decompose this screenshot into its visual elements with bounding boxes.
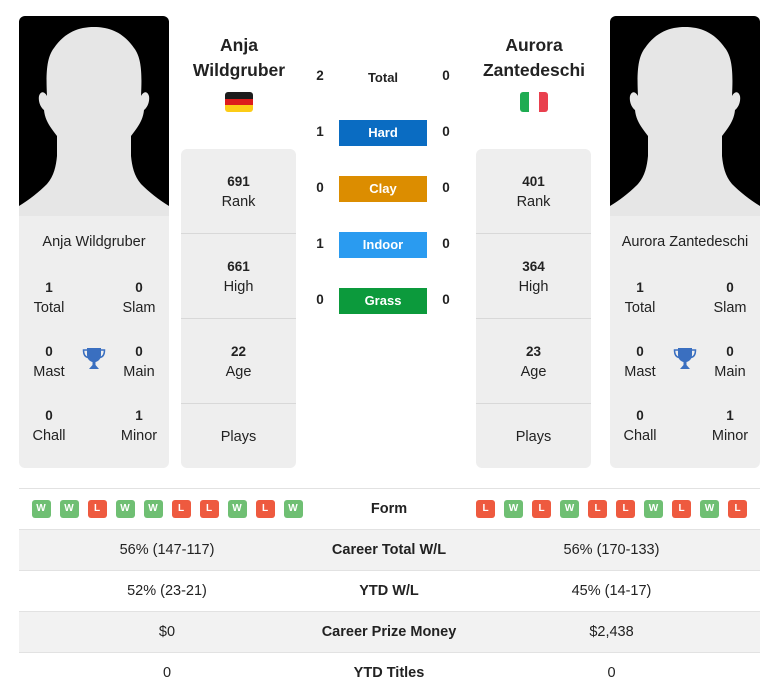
- surface-clay-label: Clay: [339, 176, 427, 202]
- player1-card: Anja Wildgruber 1 Total 0 Slam 0 Mast 0 …: [19, 16, 169, 468]
- h2h-total-p1: 2: [316, 68, 324, 83]
- form-result-badge[interactable]: L: [476, 500, 495, 519]
- ytd-wl-row: 52% (23-21) YTD W/L 45% (14-17): [19, 570, 760, 611]
- h2h-hard-p2: 0: [442, 124, 450, 139]
- form-result-badge[interactable]: W: [31, 500, 51, 519]
- player2-form: LWLWLLWLWL: [463, 489, 760, 529]
- h2h-clay-p1: 0: [316, 180, 324, 195]
- h2h-grass-p1: 0: [316, 292, 324, 307]
- form-result-badge[interactable]: W: [504, 500, 523, 519]
- player1-card-name: Anja Wildgruber: [42, 234, 146, 250]
- player2-name[interactable]: Aurora Zantedeschi: [464, 33, 604, 83]
- surface-grass-label: Grass: [339, 288, 427, 314]
- player2-titles-chall: 0 Chall: [623, 408, 657, 444]
- player1-rank: 691 Rank: [221, 173, 256, 210]
- prize-money-label: Career Prize Money: [321, 624, 457, 640]
- silhouette-icon: [19, 27, 169, 216]
- form-label: Form: [370, 501, 408, 517]
- ytd-wl-label: YTD W/L: [359, 583, 419, 599]
- prize-money-row: $0 Career Prize Money $2,438: [19, 611, 760, 652]
- player1-photo: [19, 16, 169, 216]
- player2-high: 364 High: [518, 258, 549, 295]
- player1-plays: Plays: [220, 428, 257, 445]
- form-result-badge[interactable]: W: [143, 500, 163, 519]
- form-result-badge[interactable]: L: [672, 500, 691, 519]
- player2-ytd-wl: 45% (14-17): [571, 583, 652, 599]
- h2h-total-p2: 0: [442, 68, 450, 83]
- player1-titles-mast: 0 Mast: [33, 344, 65, 380]
- player1-name[interactable]: Anja Wildgruber: [169, 33, 309, 83]
- form-result-badge[interactable]: W: [115, 500, 135, 519]
- player1-ytd-titles: 0: [162, 665, 172, 681]
- player2-prize-money: $2,438: [589, 624, 634, 640]
- ytd-titles-label: YTD Titles: [353, 665, 425, 681]
- player1-rank-panel: 691 Rank 661 High 22 Age Plays: [181, 149, 296, 468]
- player1-titles-main: 0 Main: [123, 344, 155, 380]
- h2h-hard-p1: 1: [316, 124, 324, 139]
- player2-titles-mast: 0 Mast: [624, 344, 656, 380]
- player2-age: 23 Age: [520, 343, 547, 380]
- player1-titles-slam: 0 Slam: [122, 280, 156, 316]
- player1-titles-minor: 1 Minor: [120, 408, 158, 444]
- form-result-badge[interactable]: L: [728, 500, 747, 519]
- trophy-icon: [81, 346, 107, 372]
- h2h-total-label: Total: [367, 70, 399, 85]
- form-result-badge[interactable]: W: [560, 500, 579, 519]
- form-result-badge[interactable]: W: [227, 500, 247, 519]
- h2h-grass-p2: 0: [442, 292, 450, 307]
- career-wl-row: 56% (147-117) Career Total W/L 56% (170-…: [19, 529, 760, 570]
- player1-titles-total: 1 Total: [33, 280, 65, 316]
- form-result-badge[interactable]: L: [171, 500, 191, 519]
- form-result-badge[interactable]: L: [588, 500, 607, 519]
- player2-titles-main: 0 Main: [714, 344, 746, 380]
- player2-rank-panel: 401 Rank 364 High 23 Age Plays: [476, 149, 591, 468]
- player2-card-name: Aurora Zantedeschi: [621, 234, 749, 250]
- h2h-clay-p2: 0: [442, 180, 450, 195]
- form-result-badge[interactable]: L: [255, 500, 275, 519]
- player2-plays: Plays: [515, 428, 552, 445]
- form-row: WWLWWLLWLW Form LWLWLLWLWL: [19, 488, 760, 529]
- player2-titles-slam: 0 Slam: [713, 280, 747, 316]
- form-result-badge[interactable]: L: [616, 500, 635, 519]
- player2-career-wl: 56% (170-133): [563, 542, 660, 558]
- h2h-indoor-p2: 0: [442, 236, 450, 251]
- career-wl-label: Career Total W/L: [331, 542, 447, 558]
- form-result-badge[interactable]: L: [532, 500, 551, 519]
- player2-ytd-titles: 0: [607, 665, 616, 681]
- surface-indoor-label: Indoor: [339, 232, 427, 258]
- h2h-indoor-p1: 1: [316, 236, 324, 251]
- form-result-badge[interactable]: W: [700, 500, 719, 519]
- player1-age: 22 Age: [225, 343, 252, 380]
- form-result-badge[interactable]: L: [199, 500, 219, 519]
- player2-titles-minor: 1 Minor: [711, 408, 749, 444]
- player2-rank: 401 Rank: [516, 173, 551, 210]
- form-result-badge[interactable]: W: [283, 500, 303, 519]
- form-result-badge[interactable]: W: [644, 500, 663, 519]
- ytd-titles-row: 0 YTD Titles 0: [19, 652, 760, 693]
- player1-titles-chall: 0 Chall: [32, 408, 66, 444]
- surface-hard-label: Hard: [339, 120, 427, 146]
- player2-photo: [610, 16, 760, 216]
- player1-career-wl: 56% (147-117): [119, 542, 215, 558]
- form-result-badge[interactable]: W: [59, 500, 79, 519]
- player1-high: 661 High: [223, 258, 254, 295]
- player1-form: WWLWWLLWLW: [19, 489, 315, 529]
- player2-titles-total: 1 Total: [624, 280, 656, 316]
- player1-ytd-wl: 52% (23-21): [127, 583, 207, 599]
- player1-prize-money: $0: [158, 624, 176, 640]
- italy-flag-icon: [520, 92, 548, 112]
- trophy-icon: [672, 346, 698, 372]
- silhouette-icon: [610, 27, 760, 216]
- germany-flag-icon: [225, 92, 253, 112]
- player2-card: Aurora Zantedeschi 1 Total 0 Slam 0 Mast…: [610, 16, 760, 468]
- form-result-badge[interactable]: L: [87, 500, 107, 519]
